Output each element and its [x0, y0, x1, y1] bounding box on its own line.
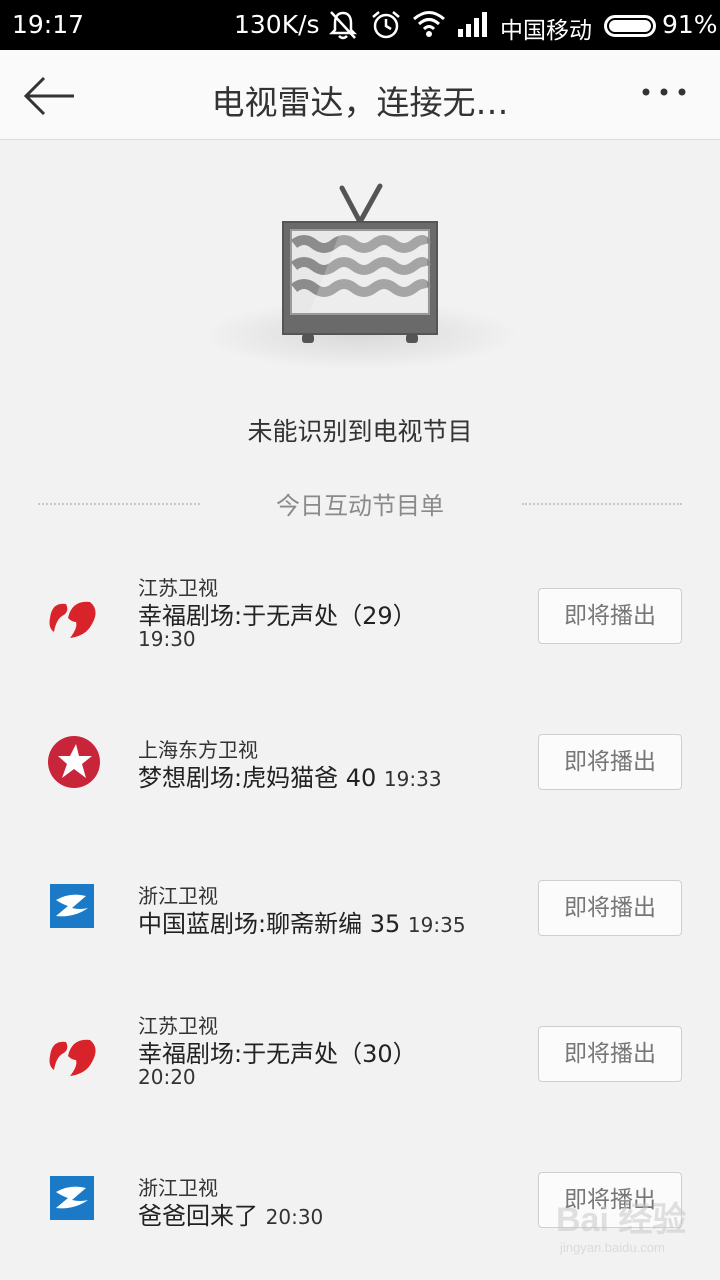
- battery-icon: [604, 15, 656, 37]
- program-time: 19:30: [138, 627, 196, 651]
- baidu-watermark: Bai 经验 jingyan.baidu.com: [556, 1192, 706, 1272]
- battery-percent: 91%: [662, 10, 718, 39]
- section-header: 今日互动节目单: [0, 486, 720, 520]
- program-item[interactable]: 江苏卫视 幸福剧场:于无声处（29） 19:30 即将播出: [0, 560, 720, 670]
- jiangsu-tv-logo: [49, 1039, 96, 1076]
- program-time: 19:33: [383, 767, 442, 791]
- program-title-text: 中国蓝剧场:聊斋新编 35: [138, 910, 401, 938]
- tv-icon: [282, 183, 438, 343]
- status-time: 19:17: [12, 10, 85, 39]
- more-dots-icon[interactable]: [636, 80, 696, 110]
- upcoming-button[interactable]: 即将播出: [538, 588, 682, 644]
- program-title: 幸福剧场:于无声处（29）: [138, 596, 417, 631]
- program-item[interactable]: 上海东方卫视 梦想剧场:虎妈猫爸 40 19:33 即将播出: [0, 706, 720, 816]
- status-message: 未能识别到电视节目: [247, 417, 473, 446]
- program-time: 20:30: [265, 1205, 324, 1229]
- carrier-name: 中国移动: [500, 18, 592, 44]
- dotted-divider-right: [522, 503, 682, 505]
- zhejiang-tv-logo: [50, 884, 94, 928]
- upcoming-button[interactable]: 即将播出: [538, 734, 682, 790]
- page-title: 电视雷达，连接无…: [211, 83, 509, 122]
- mute-icon: [328, 11, 358, 40]
- upcoming-button[interactable]: 即将播出: [538, 1026, 682, 1082]
- program-time: 20:20: [138, 1065, 196, 1089]
- zhejiang-tv-logo: [50, 1176, 94, 1220]
- program-title-text: 爸爸回来了: [138, 1202, 258, 1230]
- signal-icon: [458, 12, 487, 37]
- program-time: 19:35: [407, 913, 466, 937]
- watermark-text: Bai 经验: [556, 1201, 687, 1239]
- watermark-url: jingyan.baidu.com: [560, 1240, 665, 1255]
- program-title: 幸福剧场:于无声处（30）: [138, 1034, 417, 1069]
- network-speed: 130K/s: [234, 10, 320, 39]
- wifi-icon: [413, 11, 445, 37]
- program-title: 中国蓝剧场:聊斋新编 35 19:35: [138, 904, 466, 939]
- dragon-tv-logo: [48, 736, 100, 788]
- status-bar: 19:17 130K/s 中国移动 91%: [0, 0, 720, 50]
- upcoming-button[interactable]: 即将播出: [538, 880, 682, 936]
- jiangsu-tv-logo: [49, 601, 96, 638]
- program-title-text: 幸福剧场:于无声处（30）: [138, 1040, 417, 1068]
- program-title: 爸爸回来了 20:30: [138, 1196, 323, 1231]
- app-bar: 电视雷达，连接无…: [0, 50, 720, 140]
- alarm-icon: [372, 11, 400, 39]
- program-title: 梦想剧场:虎妈猫爸 40 19:33: [138, 758, 442, 793]
- program-item[interactable]: 江苏卫视 幸福剧场:于无声处（30） 20:20 即将播出: [0, 998, 720, 1108]
- program-title-text: 梦想剧场:虎妈猫爸 40: [138, 764, 377, 792]
- program-item[interactable]: 浙江卫视 中国蓝剧场:聊斋新编 35 19:35 即将播出: [0, 852, 720, 962]
- program-title-text: 幸福剧场:于无声处（29）: [138, 602, 417, 630]
